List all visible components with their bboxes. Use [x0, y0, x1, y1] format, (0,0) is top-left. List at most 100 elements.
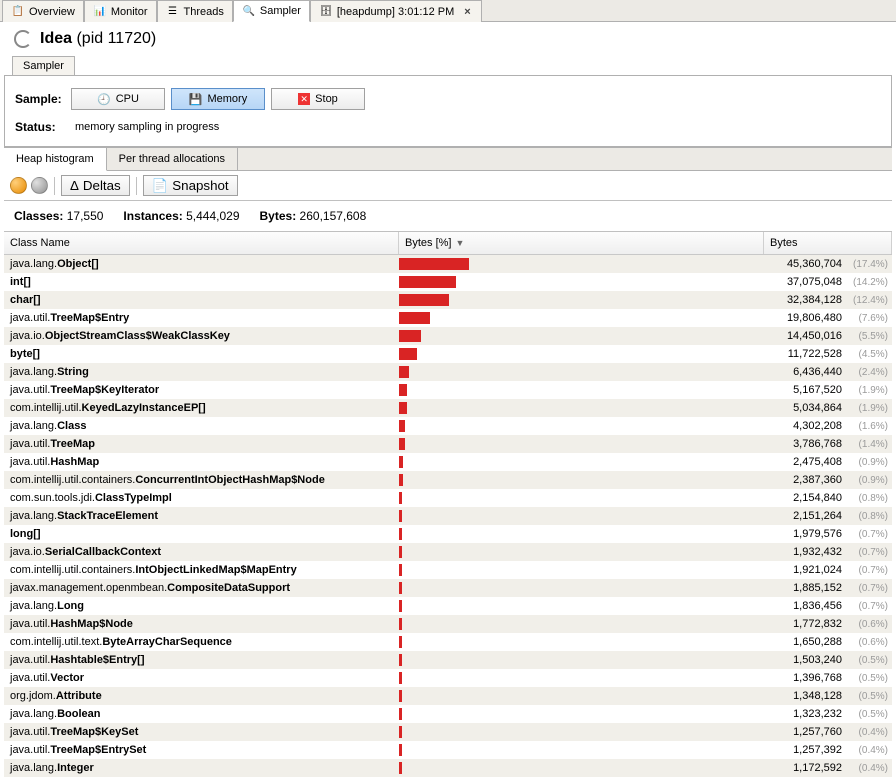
deltas-button[interactable]: ΔDeltas — [61, 175, 130, 196]
cell-bar — [399, 564, 764, 576]
table-row[interactable]: com.intellij.util.containers.ConcurrentI… — [4, 471, 892, 489]
table-row[interactable]: java.util.TreeMap$KeySet1,257,760(0.4%) — [4, 723, 892, 741]
snapshot-button[interactable]: 📄Snapshot — [143, 175, 238, 196]
tab-per-thread[interactable]: Per thread allocations — [107, 148, 238, 170]
cell-classname: java.util.TreeMap$Entry — [4, 312, 399, 324]
bytes-value: 2,154,840 — [793, 492, 842, 504]
monitor-icon: 📊 — [93, 5, 107, 19]
bytes-bar — [399, 348, 417, 360]
table-row[interactable]: com.intellij.util.containers.IntObjectLi… — [4, 561, 892, 579]
table-body: java.lang.Object[]45,360,704(17.4%)int[]… — [4, 255, 892, 777]
tab-heap-histogram[interactable]: Heap histogram — [4, 148, 107, 171]
table-row[interactable]: java.util.Hashtable$Entry[]1,503,240(0.5… — [4, 651, 892, 669]
table-row[interactable]: java.lang.StackTraceElement2,151,264(0.8… — [4, 507, 892, 525]
cpu-button[interactable]: 🕘CPU — [71, 88, 165, 110]
cell-bar — [399, 474, 764, 486]
cell-bytes: 5,167,520(1.9%) — [764, 384, 892, 396]
table-row[interactable]: int[]37,075,048(14.2%) — [4, 273, 892, 291]
cell-bytes: 1,772,832(0.6%) — [764, 618, 892, 630]
cell-bar — [399, 510, 764, 522]
record-button[interactable] — [10, 177, 27, 194]
table-row[interactable]: byte[]11,722,528(4.5%) — [4, 345, 892, 363]
table-row[interactable]: com.sun.tools.jdi.ClassTypeImpl2,154,840… — [4, 489, 892, 507]
table-row[interactable]: com.intellij.util.KeyedLazyInstanceEP[] 5… — [4, 399, 892, 417]
table-row[interactable]: java.util.HashMap 2,475,408 (0.9%) — [4, 453, 892, 471]
toolbar: ΔDeltas 📄Snapshot — [4, 171, 892, 201]
bytes-bar — [399, 456, 403, 468]
tab-sampler[interactable]: 🔍Sampler — [233, 0, 310, 22]
snapshot-icon: 📄 — [152, 178, 169, 194]
cell-bytes: 2,151,264(0.8%) — [764, 510, 892, 522]
refresh-icon[interactable] — [14, 30, 32, 48]
table-row[interactable]: java.lang.Boolean1,323,232(0.5%) — [4, 705, 892, 723]
table-row[interactable]: char[]32,384,128(12.4%) — [4, 291, 892, 309]
cell-bar — [399, 654, 764, 666]
tab-threads[interactable]: ☰Threads — [157, 0, 233, 22]
close-icon[interactable]: × — [462, 6, 472, 18]
table-row[interactable]: java.util.TreeMap$KeyIterator 5,167,520(1… — [4, 381, 892, 399]
memory-button[interactable]: 💾Memory — [171, 88, 265, 110]
pause-button[interactable] — [31, 177, 48, 194]
tab-label: [heapdump] 3:01:12 PM — [337, 6, 454, 18]
table-row[interactable]: long[]1,979,576(0.7%) — [4, 525, 892, 543]
cell-classname: java.util.TreeMap$KeyIterator — [4, 384, 399, 396]
table-row[interactable]: java.io.SerialCallbackContext1,932,432(0… — [4, 543, 892, 561]
status-label: Status: — [15, 120, 71, 134]
table-row[interactable]: java.util.TreeMap$Entry19,806,480(7.6%) — [4, 309, 892, 327]
col-bytes-pct[interactable]: Bytes [%]▼ — [399, 232, 764, 254]
bytes-pct: (0.7%) — [846, 547, 888, 558]
stop-button[interactable]: ✕Stop — [271, 88, 365, 110]
cell-classname: java.util.TreeMap$KeySet — [4, 726, 399, 738]
bytes-value: 2,475,408 — [793, 456, 842, 468]
table-row[interactable]: java.lang.Object[]45,360,704(17.4%) — [4, 255, 892, 273]
cell-bar — [399, 276, 764, 288]
subtab-sampler[interactable]: Sampler — [12, 56, 75, 75]
table-row[interactable]: com.intellij.util.text.ByteArrayCharSequ… — [4, 633, 892, 651]
table-row[interactable]: java.lang.String6,436,440(2.4%) — [4, 363, 892, 381]
bytes-bar — [399, 294, 449, 306]
bytes-pct: (1.6%) — [846, 421, 888, 432]
cell-bar — [399, 348, 764, 360]
table-row[interactable]: javax.management.openmbean.CompositeData… — [4, 579, 892, 597]
bytes-pct: (17.4%) — [846, 259, 888, 270]
table-row[interactable]: java.util.HashMap$Node1,772,832(0.6%) — [4, 615, 892, 633]
cell-bar — [399, 690, 764, 702]
bytes-value: 45,360,704 — [787, 258, 842, 270]
bytes-bar — [399, 276, 456, 288]
cell-bytes: 1,979,576(0.7%) — [764, 528, 892, 540]
table-row[interactable]: org.jdom.Attribute1,348,128(0.5%) — [4, 687, 892, 705]
tab-heapdump[interactable]: 🗄[heapdump] 3:01:12 PM× — [310, 0, 482, 22]
table-row[interactable]: java.lang.Long1,836,456(0.7%) — [4, 597, 892, 615]
cell-bytes: 1,650,288(0.6%) — [764, 636, 892, 648]
bytes-bar — [399, 600, 402, 612]
bytes-bar — [399, 690, 402, 702]
bytes-pct: (0.9%) — [846, 457, 888, 468]
cell-classname: javax.management.openmbean.CompositeData… — [4, 582, 399, 594]
table-row[interactable]: java.lang.Class4,302,208(1.6%) — [4, 417, 892, 435]
bytes-bar — [399, 420, 405, 432]
cell-bytes: 3,786,768(1.4%) — [764, 438, 892, 450]
tab-label: Threads — [184, 6, 224, 18]
table-row[interactable]: java.io.ObjectStreamClass$WeakClassKey14… — [4, 327, 892, 345]
tab-overview[interactable]: 📋Overview — [2, 0, 84, 22]
cell-classname: com.intellij.util.KeyedLazyInstanceEP[] — [4, 402, 399, 414]
table-row[interactable]: java.util.TreeMap$EntrySet1,257,392(0.4%… — [4, 741, 892, 759]
table-row[interactable]: java.util.Vector1,396,768(0.5%) — [4, 669, 892, 687]
bytes-value: 4,302,208 — [793, 420, 842, 432]
table-row[interactable]: java.util.TreeMap 3,786,768(1.4%) — [4, 435, 892, 453]
bytes-bar — [399, 672, 402, 684]
col-bytes[interactable]: Bytes — [764, 232, 892, 254]
cell-classname: java.util.HashMap — [4, 456, 399, 468]
bytes-pct: (0.7%) — [846, 583, 888, 594]
bytes-pct: (0.5%) — [846, 691, 888, 702]
bytes-pct: (0.5%) — [846, 673, 888, 684]
classes-value: 17,550 — [67, 209, 104, 223]
tab-monitor[interactable]: 📊Monitor — [84, 0, 157, 22]
bytes-value: 1,172,592 — [793, 762, 842, 774]
cell-classname: java.util.TreeMap — [4, 438, 399, 450]
bytes-bar — [399, 366, 409, 378]
tab-label: Overview — [29, 6, 75, 18]
col-classname[interactable]: Class Name — [4, 232, 399, 254]
cell-bytes: 5,034,864(1.9%) — [764, 402, 892, 414]
table-row[interactable]: java.lang.Integer1,172,592(0.4%) — [4, 759, 892, 777]
